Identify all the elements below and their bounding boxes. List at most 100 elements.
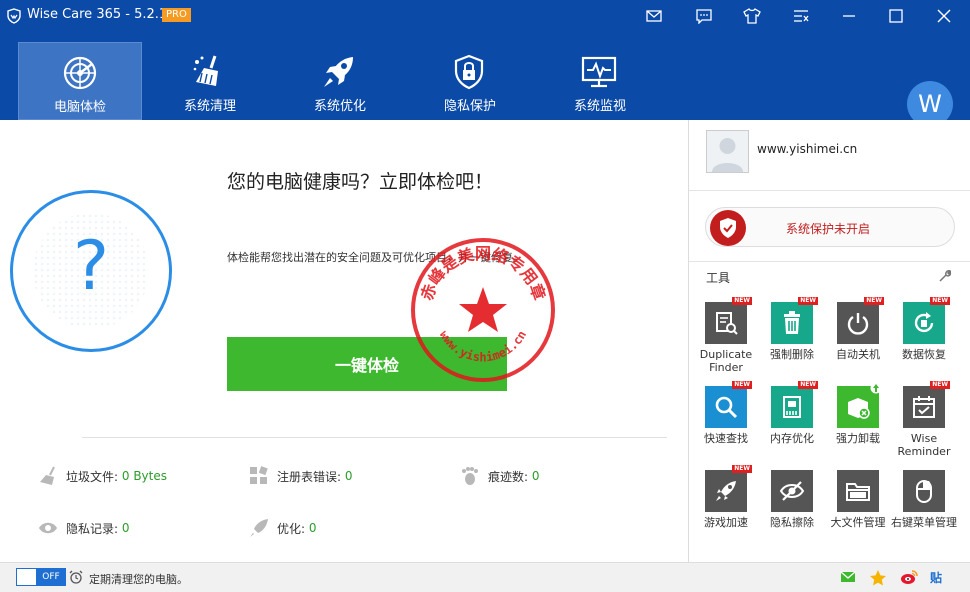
- search-icon: NEW: [705, 381, 752, 428]
- lock-icon: [454, 54, 484, 90]
- tool-force-uninstall[interactable]: 强力卸载: [825, 382, 891, 445]
- stat-value: 0: [308, 521, 317, 535]
- tool-force-delete[interactable]: NEW 强制删除: [759, 297, 825, 361]
- registry-icon: [250, 466, 268, 484]
- stat-optimizations: 优化: 0: [249, 518, 317, 538]
- tool-label: 快速查找: [704, 432, 748, 445]
- eye-slash-icon: [771, 470, 813, 512]
- game-rocket-icon: NEW: [705, 465, 752, 512]
- tool-label: 强力卸载: [836, 432, 880, 445]
- email-share-icon[interactable]: [840, 569, 856, 585]
- tool-duplicate-finder[interactable]: NEW Duplicate Finder: [693, 297, 759, 374]
- calendar-icon: NEW: [903, 381, 950, 428]
- stat-registry-errors: 注册表错误: 0: [249, 466, 353, 486]
- tool-wise-reminder[interactable]: NEW Wise Reminder: [891, 381, 957, 458]
- stat-value: 0 Bytes: [121, 469, 167, 483]
- tool-label: 游戏加速: [704, 516, 748, 529]
- skin-button[interactable]: [733, 0, 771, 32]
- footprint-icon: [462, 467, 478, 485]
- pro-badge: PRO: [162, 8, 191, 22]
- power-icon: NEW: [837, 297, 884, 344]
- one-click-checkup-button[interactable]: 一键体检: [227, 337, 507, 391]
- side-panel: www.yishimei.cn 系统保护未开启 工具 NEW Duplicate…: [688, 120, 970, 562]
- tool-quick-search[interactable]: NEW 快速查找: [693, 381, 759, 445]
- user-silhouette-icon: [712, 138, 743, 172]
- mail-icon: [646, 10, 662, 22]
- mail-button[interactable]: [635, 0, 673, 32]
- tool-label: 隐私擦除: [770, 516, 814, 529]
- stat-junk-files: 垃圾文件: 0 Bytes: [38, 466, 167, 486]
- tool-game-boost[interactable]: NEW 游戏加速: [693, 465, 759, 529]
- stat-label: 注册表错误:: [277, 469, 342, 484]
- tab-pc-checkup[interactable]: 电脑体检: [18, 42, 142, 120]
- feedback-button[interactable]: [685, 0, 723, 32]
- status-bar: OFF 定期清理您的电脑。 贴: [0, 562, 970, 592]
- tools-heading: 工具: [706, 271, 731, 285]
- stat-privacy-records: 隐私记录: 0: [38, 518, 130, 538]
- tool-label: Duplicate Finder: [699, 348, 753, 374]
- chat-icon: [696, 8, 712, 24]
- tool-memory-optimize[interactable]: NEW 内存优化: [759, 381, 825, 445]
- duplicate-finder-icon: NEW: [705, 297, 752, 344]
- stat-label: 优化:: [277, 521, 306, 536]
- new-badge: NEW: [930, 381, 950, 389]
- maximize-button[interactable]: [877, 0, 915, 32]
- user-avatar[interactable]: [706, 130, 749, 173]
- star-rate-icon[interactable]: [869, 569, 887, 587]
- close-button[interactable]: [925, 0, 963, 32]
- monitor-icon: [581, 56, 617, 88]
- checkup-description: 体检能帮您找出潜在的安全问题及可优化项目，并一键修复。: [227, 251, 524, 264]
- folder-icon: [837, 470, 879, 512]
- stat-value: 0: [531, 469, 540, 483]
- alarm-clock-icon: [69, 570, 83, 584]
- tool-label: 右键菜单管理: [891, 516, 957, 529]
- new-badge: NEW: [930, 297, 950, 305]
- scheduled-clean-toggle[interactable]: OFF: [16, 568, 66, 586]
- minimize-button[interactable]: [830, 0, 868, 32]
- tool-auto-shutdown[interactable]: NEW 自动关机: [825, 297, 891, 361]
- tab-system-optimize[interactable]: 系统优化: [278, 42, 402, 120]
- main-navigation: 电脑体检 系统清理 系统优化 隐私保护 系统监视 W: [0, 32, 970, 127]
- tool-context-menu-manager[interactable]: 右键菜单管理: [891, 470, 957, 529]
- tab-system-monitor[interactable]: 系统监视: [538, 42, 662, 120]
- tool-label: 内存优化: [770, 432, 814, 445]
- protection-status-button[interactable]: 系统保护未开启: [705, 207, 955, 247]
- minimize-icon: [843, 15, 855, 17]
- tab-system-clean[interactable]: 系统清理: [148, 42, 272, 120]
- tshirt-icon: [743, 8, 761, 24]
- question-mark-icon: ?: [72, 227, 110, 306]
- shield-check-icon: [710, 210, 746, 246]
- tool-data-recovery[interactable]: NEW 数据恢复: [891, 297, 957, 361]
- scheduled-clean-text: 定期清理您的电脑。: [89, 573, 188, 586]
- weibo-icon[interactable]: [900, 569, 918, 585]
- tab-privacy-protect[interactable]: 隐私保护: [408, 42, 532, 120]
- menu-settings-icon: [794, 10, 809, 22]
- maximize-icon: [889, 9, 903, 23]
- tool-privacy-erase[interactable]: 隐私擦除: [759, 470, 825, 529]
- rocket-small-icon: [250, 519, 268, 537]
- broom-icon: [193, 55, 218, 86]
- user-name: www.yishimei.cn: [757, 142, 858, 156]
- protection-status-text: 系统保护未开启: [786, 222, 871, 236]
- new-badge: NEW: [798, 381, 818, 389]
- app-title: Wise Care 365 - 5.2.1: [27, 7, 168, 22]
- divider: [689, 190, 970, 191]
- new-badge: NEW: [732, 465, 752, 473]
- stat-value: 0: [344, 469, 353, 483]
- mouse-icon: [903, 470, 945, 512]
- tool-label: 大文件管理: [830, 516, 886, 529]
- new-badge: NEW: [864, 297, 884, 305]
- tieba-icon[interactable]: 贴: [930, 569, 942, 586]
- tab-label: 隐私保护: [443, 99, 496, 114]
- wrench-icon[interactable]: [939, 270, 951, 282]
- toggle-state: OFF: [37, 569, 65, 585]
- close-icon: [937, 9, 951, 23]
- health-status-circle: ?: [10, 190, 172, 352]
- page-title: 您的电脑健康吗？立即体检吧！: [227, 171, 494, 193]
- settings-menu-button[interactable]: [782, 0, 820, 32]
- tab-label: 系统清理: [183, 99, 236, 114]
- tool-label: 强制删除: [770, 348, 814, 361]
- divider: [82, 437, 667, 438]
- tool-label: Wise Reminder: [897, 432, 951, 458]
- tool-large-file-manager[interactable]: 大文件管理: [825, 470, 891, 529]
